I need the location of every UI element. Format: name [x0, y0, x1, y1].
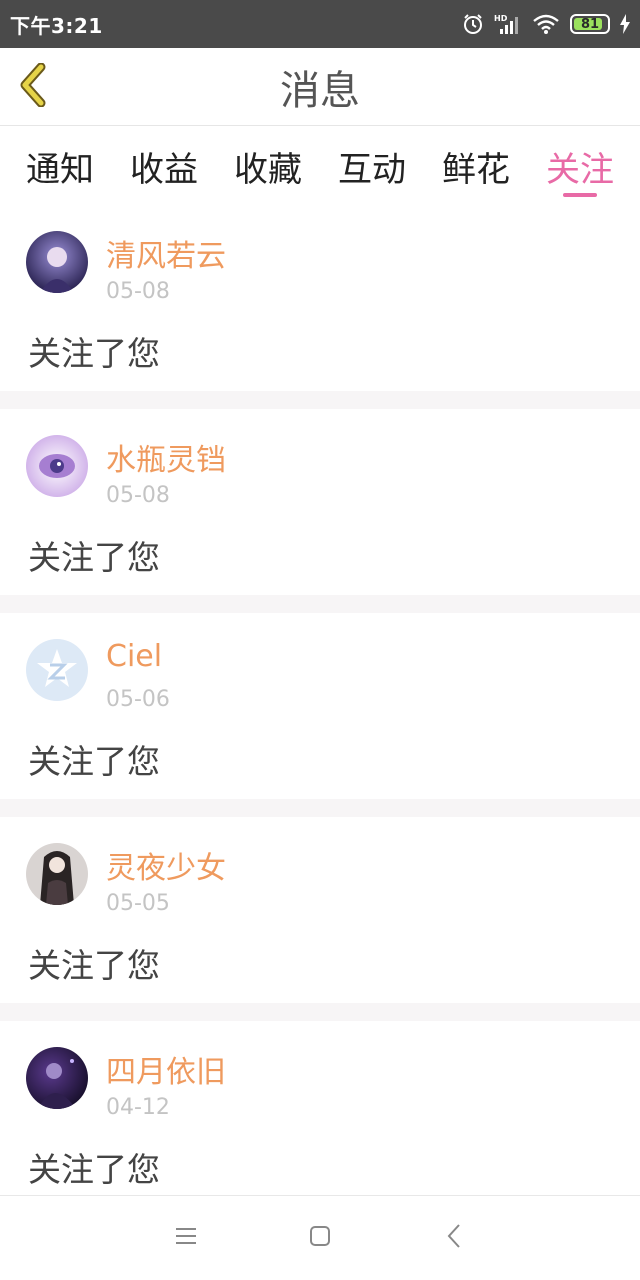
message-text: 关注了您	[28, 946, 160, 985]
home-button[interactable]	[305, 1223, 335, 1253]
svg-text:HD: HD	[494, 14, 508, 23]
message-text: 关注了您	[28, 538, 160, 577]
wifi-icon	[532, 13, 560, 35]
tab-label: 鲜花	[442, 149, 510, 190]
active-tab-indicator	[563, 193, 597, 197]
user-name[interactable]: Ciel	[106, 639, 162, 674]
date-label: 05-08	[106, 483, 170, 508]
avatar[interactable]	[26, 435, 88, 497]
avatar[interactable]	[26, 231, 88, 293]
list-item[interactable]: 水瓶灵铛 05-08 关注了您	[0, 409, 640, 595]
tab-bar: 通知 收益 收藏 互动 鲜花 关注	[0, 127, 640, 205]
back-nav-button[interactable]	[439, 1223, 469, 1253]
status-icons: HD 81	[462, 13, 630, 35]
home-square-icon	[308, 1224, 332, 1252]
message-text: 关注了您	[28, 1150, 160, 1189]
date-label: 05-06	[106, 687, 170, 712]
avatar[interactable]	[26, 843, 88, 905]
system-nav-bar	[0, 1195, 640, 1280]
app-header: 消息	[0, 48, 640, 126]
tab-flowers[interactable]: 鲜花	[442, 127, 510, 205]
menu-button[interactable]	[171, 1223, 201, 1253]
status-time: 下午3:21	[10, 13, 103, 38]
tab-label: 收藏	[234, 149, 302, 190]
list-item[interactable]: 清风若云 05-08 关注了您	[0, 205, 640, 391]
signal-icon: HD	[494, 13, 522, 35]
tab-label: 通知	[26, 149, 94, 190]
user-name[interactable]: 水瓶灵铛	[106, 435, 226, 479]
message-text: 关注了您	[28, 742, 160, 781]
avatar[interactable]	[26, 1047, 88, 1109]
tab-earnings[interactable]: 收益	[130, 127, 198, 205]
tab-interaction[interactable]: 互动	[338, 127, 406, 205]
date-label: 05-05	[106, 891, 170, 916]
battery-indicator: 81	[570, 14, 610, 34]
date-label: 05-08	[106, 279, 170, 304]
tab-label: 收益	[130, 149, 198, 190]
tab-notice[interactable]: 通知	[26, 127, 94, 205]
alarm-icon	[462, 13, 484, 35]
follow-list[interactable]: 清风若云 05-08 关注了您 水瓶灵铛 05-08 关注了您 Ciel 05-…	[0, 205, 640, 1195]
charging-icon	[620, 14, 630, 34]
page-title: 消息	[280, 68, 360, 114]
list-item[interactable]: 四月依旧 04-12 关注了您	[0, 1021, 640, 1195]
tab-follows[interactable]: 关注	[546, 127, 614, 205]
user-name[interactable]: 四月依旧	[106, 1047, 226, 1091]
back-icon	[446, 1223, 462, 1253]
tab-favorites[interactable]: 收藏	[234, 127, 302, 205]
user-name[interactable]: 灵夜少女	[106, 843, 226, 887]
list-item[interactable]: Ciel 05-06 关注了您	[0, 613, 640, 799]
status-bar: 下午3:21 HD 81	[0, 0, 640, 48]
message-text: 关注了您	[28, 334, 160, 373]
menu-icon	[174, 1226, 198, 1250]
tab-label: 互动	[338, 149, 406, 190]
tab-label: 关注	[546, 149, 614, 190]
battery-percent: 81	[580, 16, 600, 32]
avatar[interactable]	[26, 639, 88, 701]
user-name[interactable]: 清风若云	[106, 231, 226, 275]
date-label: 04-12	[106, 1095, 170, 1120]
list-item[interactable]: 灵夜少女 05-05 关注了您	[0, 817, 640, 1003]
